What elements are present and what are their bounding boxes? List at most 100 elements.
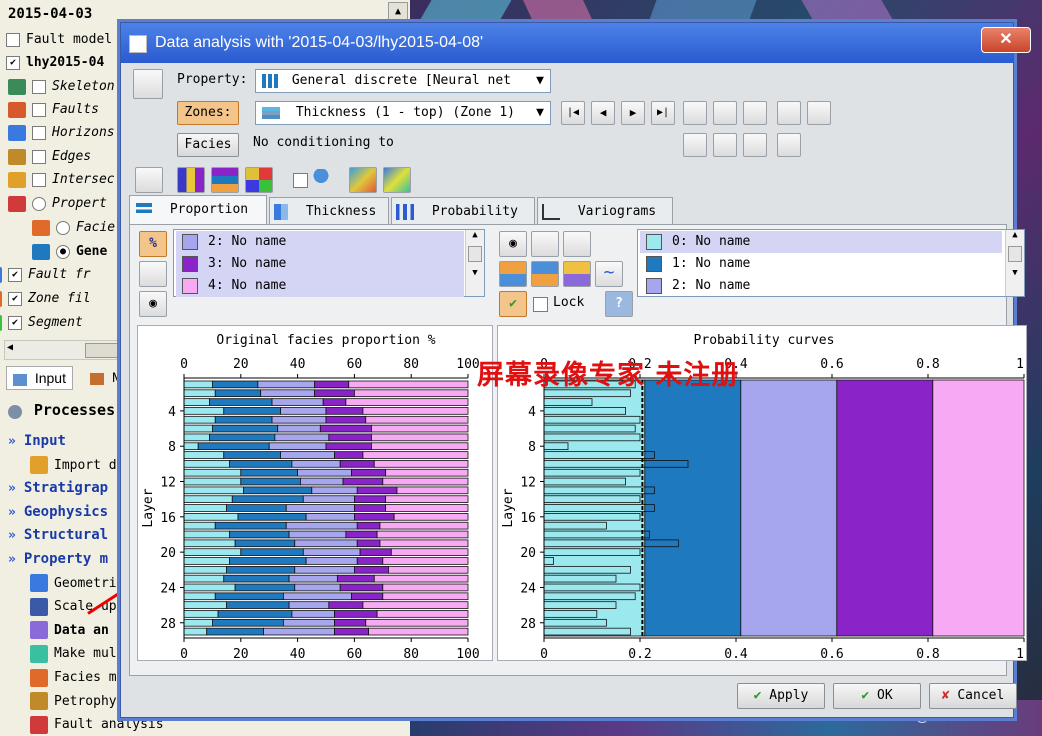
tree-checkbox[interactable]: [32, 102, 46, 117]
process-item[interactable]: Geometri: [30, 572, 117, 595]
process-group[interactable]: » Input: [8, 430, 66, 453]
facies-list-right[interactable]: 0: No name 1: No name 2: No name ▲ ▼: [637, 229, 1025, 297]
cancel-button[interactable]: ✘ Cancel: [929, 683, 1017, 709]
tree-item[interactable]: Edges: [8, 146, 91, 168]
list-item[interactable]: 2: No name: [176, 231, 464, 253]
tree-item[interactable]: ✔ Segment: [0, 312, 83, 334]
tree-item[interactable]: ✔ Zone fil: [0, 288, 91, 310]
tree-checkbox[interactable]: ✔: [6, 55, 20, 70]
lock-checkbox[interactable]: [533, 297, 548, 312]
percent-button[interactable]: %: [139, 231, 167, 257]
dialog-title-bar[interactable]: Data analysis with '2015-04-03/lhy2015-0…: [121, 23, 1031, 63]
tree-checkbox[interactable]: [6, 32, 20, 47]
paste-row2-button[interactable]: [713, 133, 737, 157]
ok-button[interactable]: ✔ OK: [833, 683, 921, 709]
tree-item[interactable]: Horizons: [8, 122, 115, 144]
copy-facies-button[interactable]: [139, 261, 167, 287]
proportion-bar: [217, 610, 293, 618]
process-item[interactable]: Petrophy: [30, 690, 117, 713]
apply-check-button[interactable]: ✔: [499, 291, 527, 317]
new-multi-button[interactable]: [807, 101, 831, 125]
zones-button[interactable]: Zones:: [177, 101, 239, 125]
list-item[interactable]: 2: No name: [640, 275, 1002, 297]
facies-list-left[interactable]: 2: No name 3: No name 4: No name ▲ ▼: [173, 229, 485, 297]
map-button-2[interactable]: [383, 167, 411, 193]
lock-toolbar-button[interactable]: [135, 167, 163, 193]
paste-all-row2-button[interactable]: [743, 133, 767, 157]
align-right-button[interactable]: [563, 261, 591, 287]
process-item[interactable]: Data an: [30, 619, 109, 642]
apply-button[interactable]: ✔ Apply: [737, 683, 825, 709]
copy-row2-button[interactable]: [683, 133, 707, 157]
tree-checkbox[interactable]: ✔: [8, 315, 22, 330]
tree-item[interactable]: ✔ Fault fr: [0, 264, 91, 286]
tree-radio[interactable]: [32, 196, 46, 211]
page-middle-button[interactable]: [531, 231, 559, 257]
grid-colors-button[interactable]: [245, 167, 273, 193]
paste-all-button[interactable]: [743, 101, 767, 125]
tree-item[interactable]: ✔ lhy2015-04: [6, 52, 104, 74]
align-left-button[interactable]: [499, 261, 527, 287]
tab-input[interactable]: Input: [6, 366, 73, 390]
thickness-icon: [274, 203, 288, 220]
next-zone-button[interactable]: ▶: [621, 101, 645, 125]
list-item[interactable]: 1: No name: [640, 253, 1002, 275]
tree-checkbox[interactable]: [32, 149, 46, 164]
list-scrollbar[interactable]: ▲ ▼: [1005, 230, 1024, 296]
tree-radio[interactable]: ●: [56, 244, 70, 259]
process-item[interactable]: Facies m: [30, 666, 117, 689]
tree-item[interactable]: ● Gene: [32, 241, 107, 263]
tree-checkbox[interactable]: [32, 79, 46, 94]
first-zone-button[interactable]: |◀: [561, 101, 585, 125]
tree-item[interactable]: Intersec: [8, 169, 115, 191]
tree-radio[interactable]: [56, 220, 70, 235]
help-button[interactable]: ?: [605, 291, 633, 317]
curve-button[interactable]: ~: [595, 261, 623, 287]
eye-button[interactable]: ◉: [139, 291, 167, 317]
process-item[interactable]: Make mul: [30, 642, 117, 665]
map-button-1[interactable]: [349, 167, 377, 193]
align-center-button[interactable]: [531, 261, 559, 287]
zones-select[interactable]: Thickness (1 - top) (Zone 1) ▼: [255, 101, 551, 125]
process-group[interactable]: » Property m: [8, 548, 108, 571]
tree-item[interactable]: Skeleton: [8, 76, 115, 98]
list-item[interactable]: 4: No name: [176, 275, 464, 297]
prev-zone-button[interactable]: ◀: [591, 101, 615, 125]
tree-checkbox[interactable]: ✔: [8, 291, 22, 306]
list-item[interactable]: 0: No name: [640, 231, 1002, 253]
process-item[interactable]: Import d: [30, 454, 117, 477]
tab-proportion[interactable]: Proportion: [129, 195, 267, 225]
facies-button[interactable]: Facies: [177, 133, 239, 157]
copy-middle-button[interactable]: [563, 231, 591, 257]
new-button[interactable]: [777, 101, 801, 125]
last-zone-button[interactable]: ▶|: [651, 101, 675, 125]
close-button[interactable]: ✕: [981, 27, 1031, 53]
tab-thickness[interactable]: Thickness: [269, 197, 389, 225]
property-select[interactable]: General discrete [Neural net ▼: [255, 69, 551, 93]
eye-middle-button[interactable]: ◉: [499, 231, 527, 257]
process-group[interactable]: » Structural: [8, 524, 108, 547]
list-scrollbar[interactable]: ▲ ▼: [465, 230, 484, 296]
process-group[interactable]: » Geophysics: [8, 501, 108, 524]
tree-item[interactable]: Fault model: [6, 29, 112, 51]
tree-item[interactable]: Propert: [8, 193, 107, 215]
tab-probability[interactable]: Probability: [391, 197, 535, 225]
tree-checkbox[interactable]: [32, 172, 46, 187]
tab-variograms[interactable]: Variograms: [537, 197, 673, 225]
toolbar-checkbox[interactable]: [293, 173, 308, 188]
tree-checkbox[interactable]: ✔: [8, 267, 22, 282]
stack-button[interactable]: [211, 167, 239, 193]
process-group[interactable]: » Stratigrap: [8, 477, 108, 500]
settings-chart-icon[interactable]: [133, 69, 163, 99]
copy-button[interactable]: [683, 101, 707, 125]
tree-scroll-up-button[interactable]: ▲: [388, 2, 408, 22]
tree-item[interactable]: Facie: [32, 217, 115, 239]
paste-button[interactable]: [713, 101, 737, 125]
new-row2-button[interactable]: [777, 133, 801, 157]
list-item-label: 1: No name: [672, 256, 751, 271]
tree-checkbox[interactable]: [32, 125, 46, 140]
list-item[interactable]: 3: No name: [176, 253, 464, 275]
tree-item[interactable]: Faults: [8, 99, 99, 121]
facies-colors-button[interactable]: [177, 167, 205, 193]
process-item[interactable]: Scale up: [30, 595, 117, 618]
